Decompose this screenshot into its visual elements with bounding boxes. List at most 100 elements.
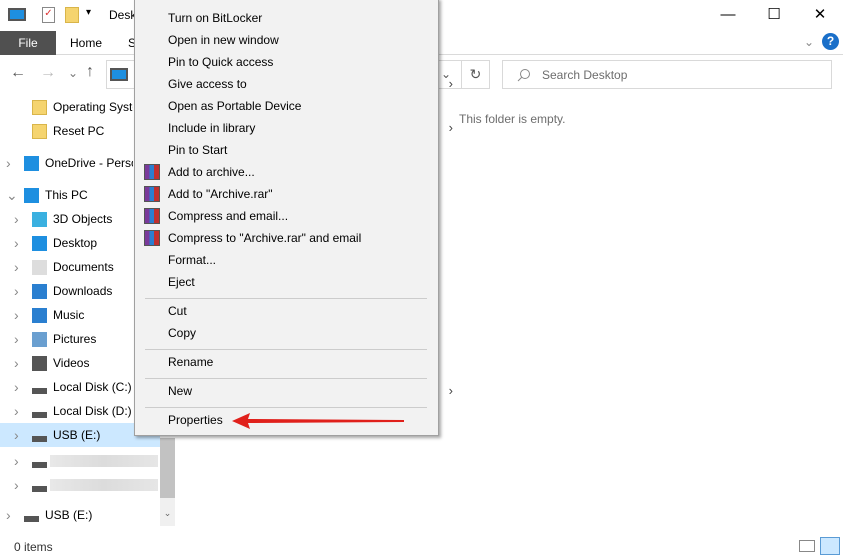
recent-locations-button[interactable]: ⌄ bbox=[68, 66, 78, 80]
menu-item[interactable]: Copy bbox=[168, 322, 433, 344]
expand-chevron-icon[interactable]: › bbox=[14, 207, 19, 231]
menu-item[interactable]: Pin to Quick access bbox=[168, 51, 433, 73]
pictures-icon bbox=[32, 332, 47, 347]
annotation-arrow bbox=[232, 413, 404, 429]
customize-toolbar-icon[interactable]: ▾ bbox=[86, 7, 91, 18]
video-icon bbox=[32, 356, 47, 371]
drive-icon bbox=[24, 516, 39, 522]
sidebar-item[interactable]: › Music bbox=[0, 303, 133, 327]
sidebar-item[interactable]: › Pictures bbox=[0, 327, 133, 351]
download-icon bbox=[32, 284, 47, 299]
menu-item-label: Pin to Start bbox=[168, 143, 228, 157]
menu-item[interactable]: Give access to › bbox=[168, 73, 453, 95]
menu-item-label: Compress and email... bbox=[168, 209, 289, 223]
sidebar-item[interactable]: Reset PC bbox=[0, 119, 133, 143]
menu-item-label: Add to "Archive.rar" bbox=[168, 187, 273, 201]
menu-item-label: Compress to "Archive.rar" and email bbox=[168, 231, 362, 245]
blurred-label bbox=[50, 479, 158, 491]
menu-item[interactable]: Rename bbox=[168, 351, 433, 373]
sidebar-item[interactable]: › Desktop bbox=[0, 231, 133, 255]
expand-chevron-icon[interactable]: › bbox=[14, 303, 19, 327]
collapse-chevron-icon[interactable]: ⌄ bbox=[6, 183, 18, 207]
winrar-icon bbox=[144, 230, 160, 246]
window-title: Desk bbox=[109, 8, 134, 22]
minimize-button[interactable]: — bbox=[705, 0, 751, 30]
refresh-button[interactable]: ↻ bbox=[461, 60, 490, 89]
expand-chevron-icon[interactable]: › bbox=[14, 375, 19, 399]
search-input[interactable]: Search Desktop bbox=[502, 60, 832, 89]
address-bar[interactable] bbox=[106, 60, 136, 89]
sidebar-item[interactable]: › bbox=[0, 473, 160, 497]
menu-item[interactable]: Open as Portable Device bbox=[168, 95, 433, 117]
large-icons-view-button[interactable] bbox=[820, 537, 840, 555]
tab-file[interactable]: File bbox=[0, 31, 56, 55]
close-button[interactable]: ✕ bbox=[797, 0, 843, 30]
expand-chevron-icon[interactable]: › bbox=[14, 231, 19, 255]
forward-button[interactable]: → bbox=[40, 64, 56, 82]
expand-chevron-icon[interactable]: › bbox=[14, 351, 19, 375]
sidebar-item[interactable]: › Local Disk (D:) bbox=[0, 399, 133, 423]
menu-item[interactable]: Include in library › bbox=[168, 117, 453, 139]
new-folder-quick-icon[interactable] bbox=[65, 7, 79, 23]
sidebar-item-label: OneDrive - Perso bbox=[45, 156, 133, 170]
menu-item[interactable]: Pin to Start bbox=[168, 139, 433, 161]
sidebar-item-label: Documents bbox=[53, 260, 114, 274]
sidebar-item[interactable]: › USB (E:) bbox=[0, 503, 133, 527]
expand-chevron-icon[interactable]: › bbox=[14, 255, 19, 279]
menu-item-label: Properties bbox=[168, 413, 223, 427]
menu-item[interactable]: Eject bbox=[168, 271, 433, 293]
help-icon[interactable]: ? bbox=[822, 33, 839, 50]
item-count: 0 items bbox=[14, 540, 53, 554]
details-view-button[interactable] bbox=[799, 540, 815, 552]
properties-quick-icon[interactable]: ✓ bbox=[42, 7, 55, 23]
sidebar-item-label: Music bbox=[53, 308, 85, 322]
expand-chevron-icon[interactable]: › bbox=[14, 473, 19, 497]
pc-icon bbox=[24, 188, 39, 203]
expand-chevron-icon[interactable]: › bbox=[14, 399, 19, 423]
menu-item[interactable]: Cut bbox=[168, 300, 433, 322]
sidebar-item[interactable]: › Downloads bbox=[0, 279, 133, 303]
menu-item[interactable]: Add to archive... bbox=[168, 161, 433, 183]
sidebar-item[interactable]: › Documents bbox=[0, 255, 133, 279]
pc-icon bbox=[8, 8, 26, 21]
sidebar-item[interactable]: › bbox=[0, 449, 160, 473]
drive-icon bbox=[32, 462, 47, 468]
sidebar-item[interactable]: ⌄ This PC bbox=[0, 183, 133, 207]
menu-item[interactable]: Add to "Archive.rar" bbox=[168, 183, 433, 205]
menu-item-label: Add to archive... bbox=[168, 165, 255, 179]
expand-chevron-icon[interactable]: › bbox=[14, 327, 19, 351]
expand-chevron-icon[interactable]: › bbox=[14, 423, 19, 447]
expand-chevron-icon[interactable]: › bbox=[14, 449, 19, 473]
up-button[interactable]: ↑ bbox=[86, 63, 94, 81]
sidebar-item-label: Desktop bbox=[53, 236, 98, 250]
expand-chevron-icon[interactable]: › bbox=[6, 151, 11, 175]
sidebar-item-label: USB (E:) bbox=[45, 508, 93, 522]
maximize-button[interactable]: ☐ bbox=[751, 0, 797, 30]
menu-item[interactable]: Open in new window bbox=[168, 29, 433, 51]
sidebar-item-label: Reset PC bbox=[53, 124, 105, 138]
search-placeholder: Search Desktop bbox=[542, 68, 628, 82]
menu-item[interactable]: New › bbox=[168, 380, 453, 402]
tab-home[interactable]: Home bbox=[70, 31, 102, 55]
folder-icon bbox=[32, 124, 47, 139]
sidebar-item[interactable]: › Local Disk (C:) bbox=[0, 375, 133, 399]
ribbon-collapse-icon[interactable]: ⌄ bbox=[804, 35, 814, 49]
scrollbar-thumb[interactable] bbox=[160, 438, 175, 498]
music-icon bbox=[32, 308, 47, 323]
menu-item[interactable]: Compress to "Archive.rar" and email bbox=[168, 227, 433, 249]
sidebar-item[interactable]: Operating Syste bbox=[0, 95, 133, 119]
sidebar-item[interactable]: › OneDrive - Perso bbox=[0, 151, 133, 175]
sidebar-scrollbar[interactable]: ⌄ bbox=[160, 438, 175, 526]
menu-item[interactable]: Format... bbox=[168, 249, 433, 271]
menu-separator bbox=[145, 349, 427, 350]
sidebar-item[interactable]: › 3D Objects bbox=[0, 207, 133, 231]
sidebar-item[interactable]: › Videos bbox=[0, 351, 133, 375]
expand-chevron-icon[interactable]: › bbox=[14, 279, 19, 303]
cloud-icon bbox=[24, 156, 39, 171]
menu-item[interactable]: Compress and email... bbox=[168, 205, 433, 227]
winrar-icon bbox=[144, 186, 160, 202]
expand-chevron-icon[interactable]: › bbox=[6, 503, 11, 527]
back-button[interactable]: ← bbox=[10, 64, 26, 82]
menu-item[interactable]: Turn on BitLocker bbox=[168, 7, 433, 29]
scroll-down-icon[interactable]: ⌄ bbox=[160, 508, 175, 519]
